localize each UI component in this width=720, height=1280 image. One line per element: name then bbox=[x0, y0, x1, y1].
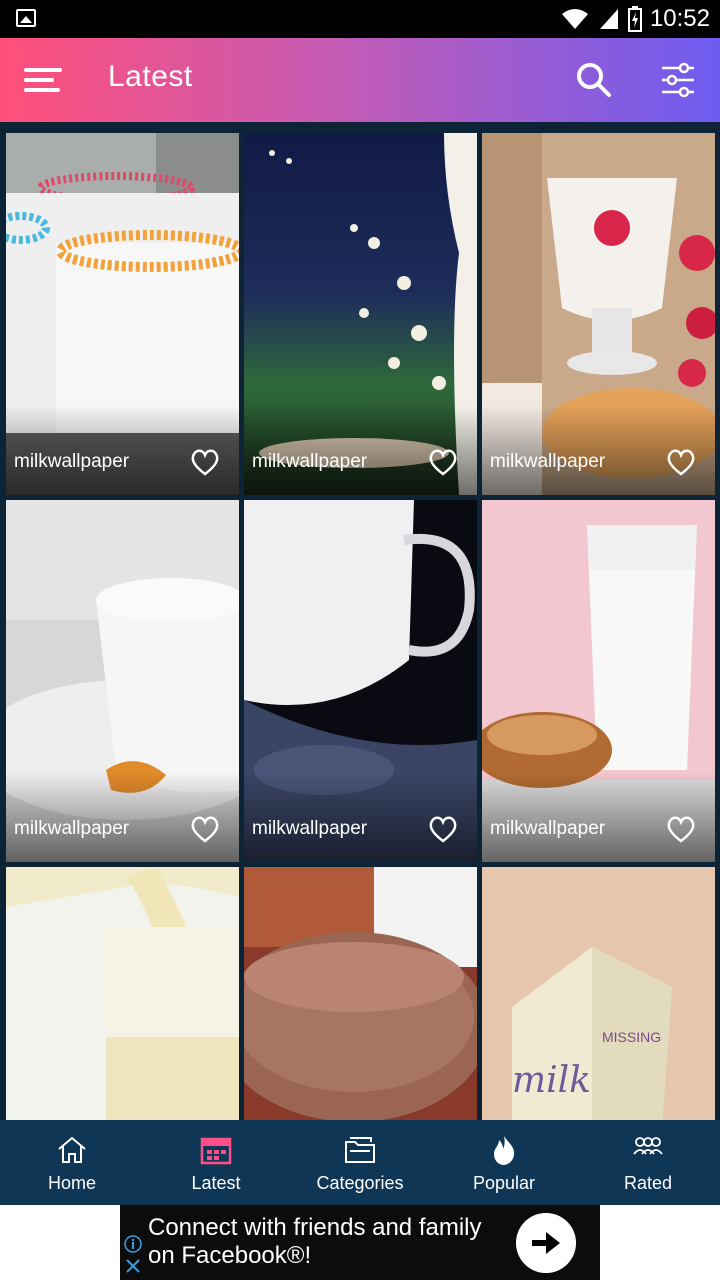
battery-icon bbox=[627, 6, 642, 32]
wallpaper-tile[interactable]: milkwallpaper bbox=[244, 133, 477, 495]
filter-settings-icon[interactable] bbox=[658, 60, 698, 100]
favorite-heart-icon[interactable] bbox=[665, 814, 697, 844]
arrow-right-icon[interactable] bbox=[516, 1213, 576, 1273]
ad-text: Connect with friends and family on Faceb… bbox=[148, 1214, 482, 1269]
tile-label: milkwallpaper bbox=[14, 818, 130, 839]
wallpaper-tile[interactable]: milkwallpaper bbox=[6, 500, 239, 862]
menu-icon[interactable] bbox=[24, 64, 64, 96]
ad-strip: Connect with friends and family on Faceb… bbox=[0, 1205, 720, 1280]
tile-label: milkwallpaper bbox=[490, 451, 606, 472]
wallpaper-tile[interactable]: milkwallpaper bbox=[482, 500, 715, 862]
home-icon bbox=[58, 1136, 86, 1163]
favorite-heart-icon[interactable] bbox=[427, 814, 459, 844]
status-time: 10:52 bbox=[649, 5, 710, 32]
system-icons: 10:52 bbox=[560, 4, 710, 34]
wallpaper-tile[interactable]: milkwallpaper bbox=[244, 500, 477, 862]
folder-icon bbox=[345, 1137, 375, 1163]
bottom-navigation: Home Latest Categories Popular Rated bbox=[0, 1120, 720, 1205]
favorite-heart-icon[interactable] bbox=[427, 447, 459, 477]
search-icon[interactable] bbox=[574, 60, 614, 100]
signal-icon bbox=[599, 9, 618, 29]
favorite-heart-icon[interactable] bbox=[665, 447, 697, 477]
nav-item-latest[interactable]: Latest bbox=[144, 1120, 288, 1205]
nav-label-rated: Rated bbox=[623, 1173, 673, 1193]
favorite-heart-icon[interactable] bbox=[189, 814, 221, 844]
tile-label: milkwallpaper bbox=[490, 818, 606, 839]
image-notification-icon bbox=[16, 9, 36, 27]
info-icon[interactable] bbox=[124, 1235, 142, 1253]
nav-label-popular: Popular bbox=[472, 1173, 536, 1193]
calendar-icon bbox=[200, 1137, 232, 1165]
status-bar: 10:52 bbox=[0, 0, 720, 38]
carton-missing-text: MISSING bbox=[602, 1029, 661, 1045]
favorite-heart-icon[interactable] bbox=[189, 447, 221, 477]
nav-item-categories[interactable]: Categories bbox=[288, 1120, 432, 1205]
wallpaper-tile[interactable]: MISSING milk bbox=[482, 867, 715, 1120]
bread-loaf-image bbox=[244, 867, 477, 1120]
page-title: Latest bbox=[108, 60, 193, 93]
wallpaper-tile[interactable]: milkwallpaper bbox=[482, 133, 715, 495]
tile-label: milkwallpaper bbox=[252, 818, 368, 839]
wifi-icon bbox=[561, 9, 588, 29]
group-icon bbox=[633, 1137, 663, 1155]
fire-icon bbox=[494, 1136, 515, 1165]
carton-milk-text: milk bbox=[512, 1060, 591, 1101]
app-bar: Latest bbox=[0, 38, 720, 122]
nav-label-categories: Categories bbox=[316, 1173, 404, 1193]
close-icon[interactable] bbox=[124, 1257, 142, 1275]
nav-label-home: Home bbox=[47, 1173, 96, 1193]
tile-label: milkwallpaper bbox=[252, 451, 368, 472]
milk-carton-image: MISSING milk bbox=[482, 867, 715, 1120]
wallpaper-tile[interactable]: milkwallpaper bbox=[6, 133, 239, 495]
ad-banner[interactable]: Connect with friends and family on Faceb… bbox=[120, 1205, 600, 1280]
nav-label-latest: Latest bbox=[191, 1173, 241, 1193]
nav-item-rated[interactable]: Rated bbox=[576, 1120, 720, 1205]
nav-item-home[interactable]: Home bbox=[0, 1120, 144, 1205]
wallpaper-tile[interactable] bbox=[6, 867, 239, 1120]
milk-pouring-image bbox=[6, 867, 239, 1120]
tile-label: milkwallpaper bbox=[14, 451, 130, 472]
nav-item-popular[interactable]: Popular bbox=[432, 1120, 576, 1205]
wallpaper-grid: milkwallpaper milkwallpaper milkwallpape… bbox=[0, 122, 720, 1120]
wallpaper-tile[interactable] bbox=[244, 867, 477, 1120]
